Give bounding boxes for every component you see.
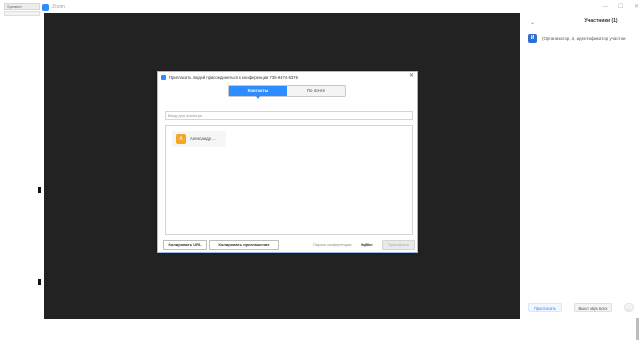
minimize-icon[interactable]: — xyxy=(602,4,608,10)
tab-email[interactable]: По почте xyxy=(287,86,345,96)
password-value: 9qBkn xyxy=(361,243,373,247)
invite-tabs: Контакты По почте xyxy=(228,85,346,99)
contacts-list: А Александр ... xyxy=(165,125,413,235)
copy-url-button[interactable]: Копировать URL xyxy=(163,240,207,250)
participants-title: Участники (1) xyxy=(584,18,618,24)
participant-name: (Организатор, я, идентификатор участни xyxy=(542,36,626,41)
taskbar-stub xyxy=(4,11,40,16)
avatar: А xyxy=(176,134,186,144)
invite-button[interactable]: Пригласить xyxy=(528,303,562,312)
left-marker-lower xyxy=(38,279,41,285)
invite-submit-button[interactable]: Пригласить xyxy=(382,240,415,250)
scrollbar-thumb[interactable] xyxy=(636,318,639,340)
tab-contacts[interactable]: Контакты xyxy=(229,86,287,99)
zoom-window: Speaker Zoom — ☐ ✕ ⌄ Участники (1) И (Ор… xyxy=(0,0,644,344)
more-button[interactable]: ... xyxy=(624,303,634,312)
copy-invitation-button[interactable]: Копировать приглашение xyxy=(209,240,279,250)
window-title: Zoom xyxy=(52,4,65,10)
contact-name: Александр ... xyxy=(190,136,216,141)
filter-input[interactable]: Ввод для фильтра xyxy=(165,111,413,120)
close-window-icon[interactable]: ✕ xyxy=(634,4,639,10)
participant-item[interactable]: И (Организатор, я, идентификатор участни xyxy=(528,34,644,44)
contact-item[interactable]: А Александр ... xyxy=(172,131,226,147)
invite-dialog: Пригласить людей присоединиться к конфер… xyxy=(157,71,418,253)
password-label: Пароль конференции: xyxy=(313,243,353,247)
zoom-logo-icon xyxy=(42,4,49,11)
mute-all-button[interactable]: Выкл звук всех xyxy=(574,303,612,312)
avatar: И xyxy=(528,34,537,43)
participants-panel: — ☐ ✕ ⌄ Участники (1) И (Организатор, я,… xyxy=(520,0,644,320)
dialog-title: Пригласить людей присоединиться к конфер… xyxy=(169,75,298,80)
left-marker-upper xyxy=(38,187,41,193)
maximize-icon[interactable]: ☐ xyxy=(618,4,623,10)
taskbar-speaker-tab[interactable]: Speaker xyxy=(4,3,40,10)
close-icon[interactable]: ✕ xyxy=(409,73,414,80)
zoom-dialog-icon xyxy=(161,75,166,80)
